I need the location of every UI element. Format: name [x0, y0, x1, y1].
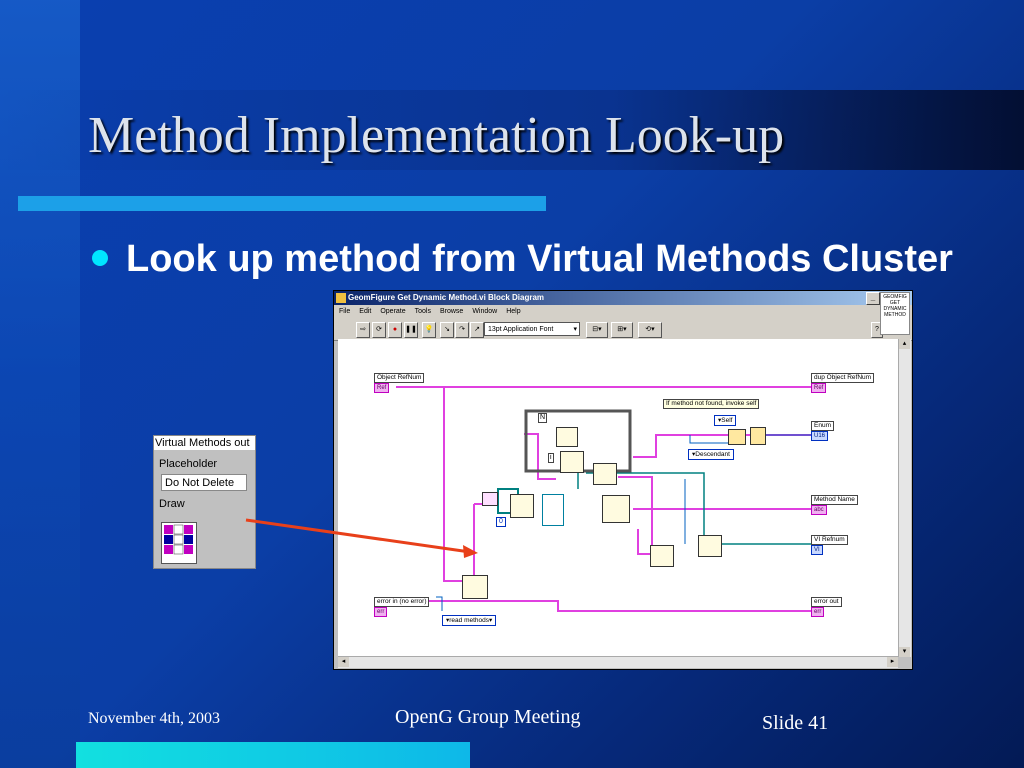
error-in-label: error in (no error) — [374, 597, 430, 607]
vi-icon-text: GEOMFIG GET DYNAMIC METHOD — [883, 294, 907, 318]
minimize-button[interactable]: _ — [866, 292, 880, 305]
vi-refnum-terminal[interactable]: VI — [811, 545, 823, 555]
object-refnum-terminal[interactable]: Ref — [374, 383, 390, 393]
window-titlebar[interactable]: GeomFigure Get Dynamic Method.vi Block D… — [334, 291, 912, 305]
open-vi-reference-node[interactable] — [602, 495, 630, 523]
step-out-icon[interactable]: ↗ — [470, 322, 484, 338]
vi-icon-connector: GEOMFIG GET DYNAMIC METHOD — [880, 292, 910, 335]
for-loop-i-label: i — [548, 453, 554, 463]
scroll-right-icon[interactable]: ▸ — [887, 657, 898, 667]
scroll-down-icon[interactable]: ▾ — [899, 647, 910, 657]
draw-label: Draw — [159, 498, 185, 510]
index-array-icon[interactable] — [510, 494, 534, 518]
draw-refnum-icon[interactable] — [161, 522, 197, 564]
self-enum-value: Self — [721, 417, 733, 424]
error-out-label: error out — [811, 597, 842, 607]
object-refnum-label: Object RefNum — [374, 373, 425, 383]
scroll-left-icon[interactable]: ◂ — [338, 657, 349, 667]
menu-tools[interactable]: Tools — [415, 305, 431, 318]
descendant-enum-constant[interactable]: ▾Descendant — [688, 449, 734, 460]
vertical-scrollbar[interactable]: ▴ ▾ — [898, 339, 911, 657]
menu-edit[interactable]: Edit — [359, 305, 371, 318]
read-methods-subvi-icon[interactable] — [462, 575, 488, 599]
menu-browse[interactable]: Browse — [440, 305, 463, 318]
footer-slide-number: Slide 41 — [762, 712, 829, 734]
vi-file-icon[interactable] — [542, 494, 564, 526]
footer-meeting: OpenG Group Meeting — [395, 706, 581, 728]
draw-refnum-graphic — [164, 524, 193, 555]
menu-operate[interactable]: Operate — [380, 305, 405, 318]
merge-node-icon[interactable] — [698, 535, 722, 557]
horizontal-scrollbar[interactable]: ◂ ▸ — [338, 656, 898, 668]
vi-refnum-label: VI Refnum — [811, 535, 848, 545]
abort-icon[interactable]: ● — [388, 322, 402, 338]
slide-title: Method Implementation Look-up — [88, 107, 785, 164]
read-methods-enum[interactable]: ▾read methods▾ — [442, 615, 497, 626]
menu-help[interactable]: Help — [506, 305, 520, 318]
error-in-terminal[interactable]: err — [374, 607, 388, 617]
font-select[interactable]: 13pt Application Font ▾ — [484, 322, 580, 336]
chevron-down-icon: ▾ — [573, 326, 577, 333]
property-node-icon[interactable] — [560, 451, 584, 473]
diagram-comment: If method not found, invoke self — [663, 399, 760, 409]
bullet-text: Look up method from Virtual Methods Clus… — [126, 238, 953, 280]
diagram-canvas[interactable]: Object RefNum Ref dup Object RefNum Ref … — [338, 339, 898, 657]
pause-icon[interactable]: ❚❚ — [404, 322, 418, 338]
error-out-terminal[interactable]: err — [811, 607, 825, 617]
cluster-title: Virtual Methods out — [154, 436, 255, 450]
reorder-icon[interactable]: ⟲▾ — [638, 322, 662, 338]
method-node-icon[interactable] — [650, 545, 674, 567]
font-select-value: 13pt Application Font — [488, 326, 554, 333]
method-name-label: Method Name — [811, 495, 858, 505]
step-over-icon[interactable]: ↷ — [455, 322, 469, 338]
run-arrow-icon[interactable]: ⇨ — [356, 322, 370, 338]
run-continuous-icon[interactable]: ⟳ — [372, 322, 386, 338]
enum-terminal[interactable]: U16 — [811, 431, 829, 441]
unbundle-node-icon[interactable] — [556, 427, 578, 447]
window-title: GeomFigure Get Dynamic Method.vi Block D… — [348, 293, 545, 302]
footer-date: November 4th, 2003 — [88, 710, 220, 727]
bullet-dot-icon — [92, 250, 108, 266]
distribute-objects-icon[interactable]: ⊞▾ — [611, 322, 633, 338]
placeholder-string-control[interactable]: Do Not Delete — [161, 474, 247, 491]
highlight-execution-icon[interactable]: 💡 — [422, 322, 436, 338]
block-diagram-window: GeomFigure Get Dynamic Method.vi Block D… — [333, 290, 913, 670]
compare-node-icon[interactable] — [593, 463, 617, 485]
read-methods-value: read methods — [449, 617, 490, 624]
menu-window[interactable]: Window — [472, 305, 497, 318]
step-into-icon[interactable]: ↘ — [440, 322, 454, 338]
bundle-icon[interactable] — [482, 492, 498, 506]
for-loop-n-label: N — [538, 413, 548, 423]
labview-app-icon — [336, 293, 346, 303]
placeholder-label: Placeholder — [159, 458, 218, 470]
align-objects-icon[interactable]: ⊟▾ — [586, 322, 608, 338]
dup-object-refnum-terminal[interactable]: Ref — [811, 383, 827, 393]
dup-object-refnum-label: dup Object RefNum — [811, 373, 875, 383]
diagram-toolbar: ⇨ ⟳ ● ❚❚ 💡 ↘ ↷ ↗ 13pt Application Font ▾… — [334, 318, 912, 341]
zero-constant[interactable]: 0 — [496, 517, 506, 527]
self-enum-constant[interactable]: ▾Self — [714, 415, 737, 426]
bottom-accent-bar — [76, 742, 470, 768]
virtual-methods-cluster[interactable]: Virtual Methods out Placeholder Do Not D… — [153, 435, 256, 569]
enum-label: Enum — [811, 421, 834, 431]
select-node-icon[interactable] — [728, 429, 746, 445]
scroll-up-icon[interactable]: ▴ — [899, 339, 910, 349]
descendant-enum-value: Descendant — [695, 451, 730, 458]
select-function-icon[interactable] — [750, 427, 766, 445]
menu-file[interactable]: File — [339, 305, 350, 318]
title-underline-bar — [18, 196, 546, 211]
method-name-terminal[interactable]: abc — [811, 505, 827, 515]
menu-bar: File Edit Operate Tools Browse Window He… — [334, 305, 912, 318]
